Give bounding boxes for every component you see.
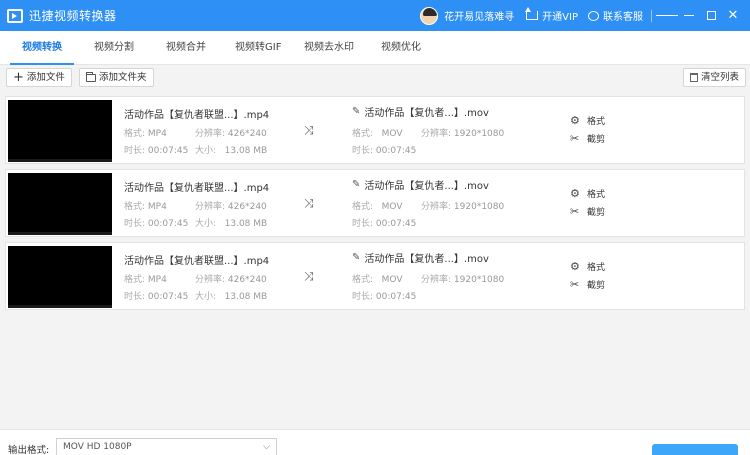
- output-duration: 时长: 00:07:45: [352, 146, 417, 156]
- tab-video-to-gif[interactable]: 视频转GIF: [235, 31, 281, 64]
- source-duration: 时长: 00:07:45: [124, 292, 189, 302]
- shuffle-icon: ⤨: [304, 123, 314, 137]
- source-format: 格式: MP4: [124, 275, 167, 285]
- source-resolution: 分辨率: 426*240: [195, 129, 267, 139]
- tab-video-merge[interactable]: 视频合并: [166, 31, 206, 64]
- output-format-label: 输出格式:: [8, 445, 50, 455]
- title-bar: 迅捷视频转换器 花开易见落难寻 开通VIP 联系客服 ✕: [0, 0, 750, 31]
- source-format: 格式: MP4: [124, 129, 167, 139]
- toolbar: + 添加文件 添加文件夹 清空列表: [0, 65, 750, 91]
- output-duration: 时长: 00:07:45: [352, 219, 417, 229]
- gear-icon: ⚙: [570, 260, 580, 273]
- close-icon: ✕: [727, 8, 739, 23]
- output-format: 格式: MOV: [352, 275, 403, 285]
- menu-icon[interactable]: [656, 0, 678, 31]
- edit-pen-icon[interactable]: ✎: [352, 106, 360, 117]
- plus-icon: +: [13, 70, 24, 85]
- chat-icon: [588, 10, 599, 21]
- output-file-name[interactable]: ✎ 活动作品【复仇者...】.mov: [352, 177, 489, 192]
- tab-video-convert[interactable]: 视频转换: [10, 31, 74, 65]
- user-avatar[interactable]: [420, 6, 439, 25]
- function-tabs: 视频转换 视频分割 视频合并 视频转GIF 视频去水印 视频优化: [0, 31, 750, 65]
- source-size: 大小: 13.08 MB: [195, 146, 268, 156]
- title-divider: [651, 9, 652, 22]
- clear-list-button[interactable]: 清空列表: [683, 68, 747, 87]
- folder-icon: [86, 71, 96, 82]
- source-size: 大小: 13.08 MB: [195, 292, 268, 302]
- add-folder-button[interactable]: 添加文件夹: [79, 68, 154, 87]
- minimize-icon: [684, 14, 694, 17]
- cut-button[interactable]: ✂ 截剪: [570, 132, 605, 145]
- cut-button[interactable]: ✂ 截剪: [570, 205, 605, 218]
- output-format: 格式: MOV: [352, 202, 403, 212]
- scissors-icon: ✂: [570, 132, 580, 145]
- output-duration: 时长: 00:07:45: [352, 292, 417, 302]
- source-file-name: 活动作品【复仇者联盟...】.mp4: [124, 110, 270, 121]
- file-row[interactable]: 活动作品【复仇者联盟...】.mp4 格式: MP4 分辨率: 426*240 …: [5, 96, 745, 164]
- scissors-icon: ✂: [570, 278, 580, 291]
- file-row[interactable]: 活动作品【复仇者联盟...】.mp4 格式: MP4 分辨率: 426*240 …: [5, 242, 745, 310]
- file-row[interactable]: 活动作品【复仇者联盟...】.mp4 格式: MP4 分辨率: 426*240 …: [5, 169, 745, 237]
- scissors-icon: ✂: [570, 205, 580, 218]
- source-file-name: 活动作品【复仇者联盟...】.mp4: [124, 183, 270, 194]
- output-format-value: MOV HD 1080P: [63, 442, 132, 452]
- output-file-name[interactable]: ✎ 活动作品【复仇者...】.mov: [352, 104, 489, 119]
- maximize-button[interactable]: [700, 0, 722, 31]
- trash-icon: [690, 73, 698, 82]
- chevron-down-icon: ⌵: [263, 442, 270, 452]
- video-thumbnail[interactable]: [8, 100, 112, 162]
- vip-crown-icon: [525, 7, 539, 20]
- format-settings-button[interactable]: ⚙ 格式: [570, 260, 605, 273]
- tab-video-split[interactable]: 视频分割: [94, 31, 134, 64]
- output-format: 格式: MOV: [352, 129, 403, 139]
- add-folder-label: 添加文件夹: [99, 72, 147, 83]
- clear-list-label: 清空列表: [701, 72, 740, 83]
- source-resolution: 分辨率: 426*240: [195, 202, 267, 212]
- gear-icon: ⚙: [570, 187, 580, 200]
- source-size: 大小: 13.08 MB: [195, 219, 268, 229]
- source-file-name: 活动作品【复仇者联盟...】.mp4: [124, 256, 270, 267]
- output-resolution: 分辨率: 1920*1080: [421, 202, 505, 212]
- gear-icon: ⚙: [570, 114, 580, 127]
- source-duration: 时长: 00:07:45: [124, 219, 189, 229]
- bottom-bar: 输出格式: MOV HD 1080P ⌵: [0, 429, 750, 455]
- video-thumbnail[interactable]: [8, 246, 112, 308]
- shuffle-icon: ⤨: [304, 269, 314, 283]
- app-title: 迅捷视频转换器: [29, 9, 117, 23]
- source-format: 格式: MP4: [124, 202, 167, 212]
- edit-pen-icon[interactable]: ✎: [352, 179, 360, 190]
- file-list: 活动作品【复仇者联盟...】.mp4 格式: MP4 分辨率: 426*240 …: [0, 91, 750, 429]
- output-format-select[interactable]: MOV HD 1080P ⌵: [56, 438, 277, 455]
- output-resolution: 分辨率: 1920*1080: [421, 129, 505, 139]
- convert-all-button[interactable]: [652, 444, 738, 455]
- app-logo-icon: [7, 8, 23, 23]
- add-file-button[interactable]: + 添加文件: [6, 68, 72, 87]
- open-vip-label: 开通VIP: [542, 12, 578, 23]
- user-name[interactable]: 花开易见落难寻: [444, 8, 514, 23]
- output-resolution: 分辨率: 1920*1080: [421, 275, 505, 285]
- contact-service-label: 联系客服: [603, 12, 643, 23]
- add-file-label: 添加文件: [26, 72, 65, 83]
- open-vip-button[interactable]: 开通VIP: [525, 7, 578, 23]
- source-resolution: 分辨率: 426*240: [195, 275, 267, 285]
- format-settings-button[interactable]: ⚙ 格式: [570, 114, 605, 127]
- tab-remove-watermark[interactable]: 视频去水印: [304, 31, 354, 64]
- minimize-button[interactable]: [678, 0, 700, 31]
- contact-service-button[interactable]: 联系客服: [588, 8, 643, 23]
- edit-pen-icon[interactable]: ✎: [352, 252, 360, 263]
- close-button[interactable]: ✕: [722, 0, 744, 31]
- output-file-name[interactable]: ✎ 活动作品【复仇者...】.mov: [352, 250, 489, 265]
- shuffle-icon: ⤨: [304, 196, 314, 210]
- video-thumbnail[interactable]: [8, 173, 112, 235]
- cut-button[interactable]: ✂ 截剪: [570, 278, 605, 291]
- source-duration: 时长: 00:07:45: [124, 146, 189, 156]
- format-settings-button[interactable]: ⚙ 格式: [570, 187, 605, 200]
- maximize-icon: [706, 11, 716, 20]
- tab-video-optimize[interactable]: 视频优化: [381, 31, 421, 64]
